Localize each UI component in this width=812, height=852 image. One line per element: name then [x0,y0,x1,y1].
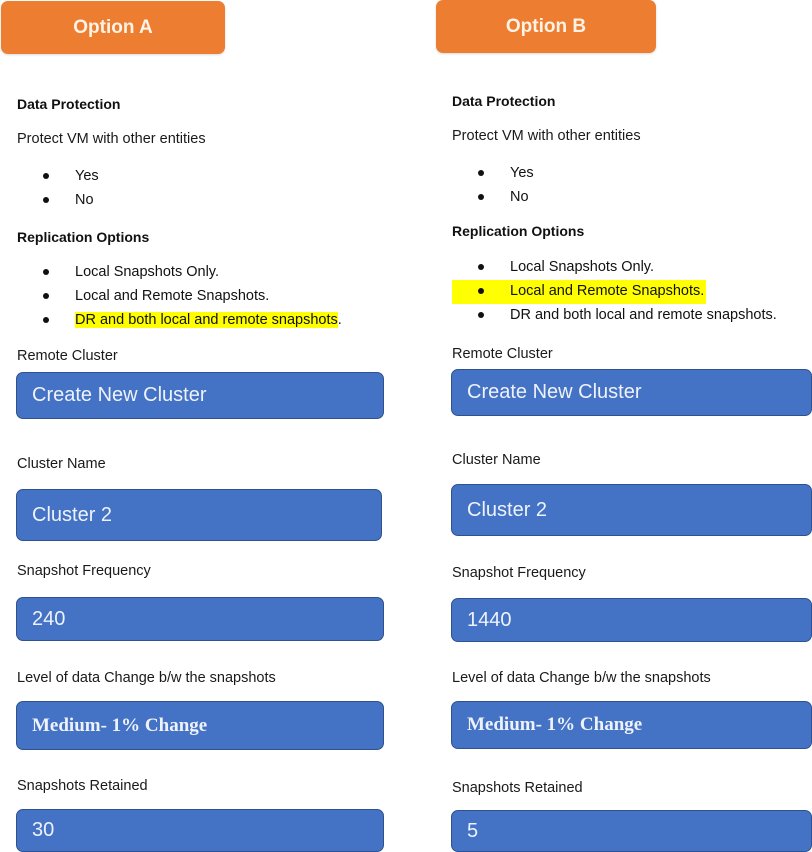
choice-local-only[interactable]: Local Snapshots Only. [452,256,777,280]
snapshots-retained-label: Snapshots Retained [17,778,148,794]
snapshot-frequency-field[interactable]: 240 [16,597,384,641]
protect-vm-label: Protect VM with other entities [17,131,206,147]
protect-vm-choices: Yes No [17,165,99,213]
cluster-name-label: Cluster Name [17,456,106,472]
cluster-name-label: Cluster Name [452,452,541,468]
cluster-name-field[interactable]: Cluster 2 [451,484,812,536]
choice-local-remote[interactable]: Local and Remote Snapshots. [452,280,707,304]
choice-yes[interactable]: Yes [452,162,534,186]
snapshots-retained-field[interactable]: 5 [451,810,812,852]
choice-local-remote[interactable]: Local and Remote Snapshots. [17,285,342,309]
remote-cluster-label: Remote Cluster [452,346,553,362]
data-change-label: Level of data Change b/w the snapshots [452,670,711,686]
snapshots-retained-field[interactable]: 30 [16,809,384,852]
choice-no[interactable]: No [452,186,534,210]
bullet-icon [43,293,49,299]
protect-vm-choices: Yes No [452,162,534,210]
choice-yes[interactable]: Yes [17,165,99,189]
choice-dr-local-remote[interactable]: DR and both local and remote snapshots. [452,304,777,328]
snapshots-retained-label: Snapshots Retained [452,780,583,796]
bullet-icon [43,173,49,179]
snapshot-frequency-label: Snapshot Frequency [17,563,151,579]
option-b-button[interactable]: Option B [436,0,656,53]
data-protection-heading: Data Protection [17,96,121,112]
snapshot-frequency-field[interactable]: 1440 [451,598,812,642]
remote-cluster-label: Remote Cluster [17,348,118,364]
choice-dr-local-remote[interactable]: DR and both local and remote snapshots. [17,309,342,333]
remote-cluster-field[interactable]: Create New Cluster [451,369,812,416]
replication-options-heading: Replication Options [17,229,150,245]
replication-choices: Local Snapshots Only. Local and Remote S… [452,256,777,328]
protect-vm-label: Protect VM with other entities [452,128,641,144]
bullet-icon [43,269,49,275]
choice-no[interactable]: No [17,189,99,213]
data-change-field[interactable]: Medium- 1% Change [451,701,812,749]
data-change-label: Level of data Change b/w the snapshots [17,670,276,686]
bullet-icon [478,194,484,200]
selected-highlight: DR and both local and remote snapshots [75,312,338,328]
snapshot-frequency-label: Snapshot Frequency [452,565,586,581]
bullet-icon [478,288,484,294]
selected-highlight: Local and Remote Snapshots. [510,283,705,299]
bullet-icon [478,264,484,270]
bullet-icon [478,170,484,176]
bullet-icon [43,197,49,203]
data-change-field[interactable]: Medium- 1% Change [16,701,384,750]
remote-cluster-field[interactable]: Create New Cluster [16,372,384,419]
option-a-button[interactable]: Option A [1,1,225,54]
replication-options-heading: Replication Options [452,223,585,239]
bullet-icon [43,317,49,323]
choice-local-only[interactable]: Local Snapshots Only. [17,261,342,285]
bullet-icon [478,312,484,318]
data-protection-heading: Data Protection [452,93,556,109]
cluster-name-field[interactable]: Cluster 2 [16,489,382,541]
replication-choices: Local Snapshots Only. Local and Remote S… [17,261,342,333]
